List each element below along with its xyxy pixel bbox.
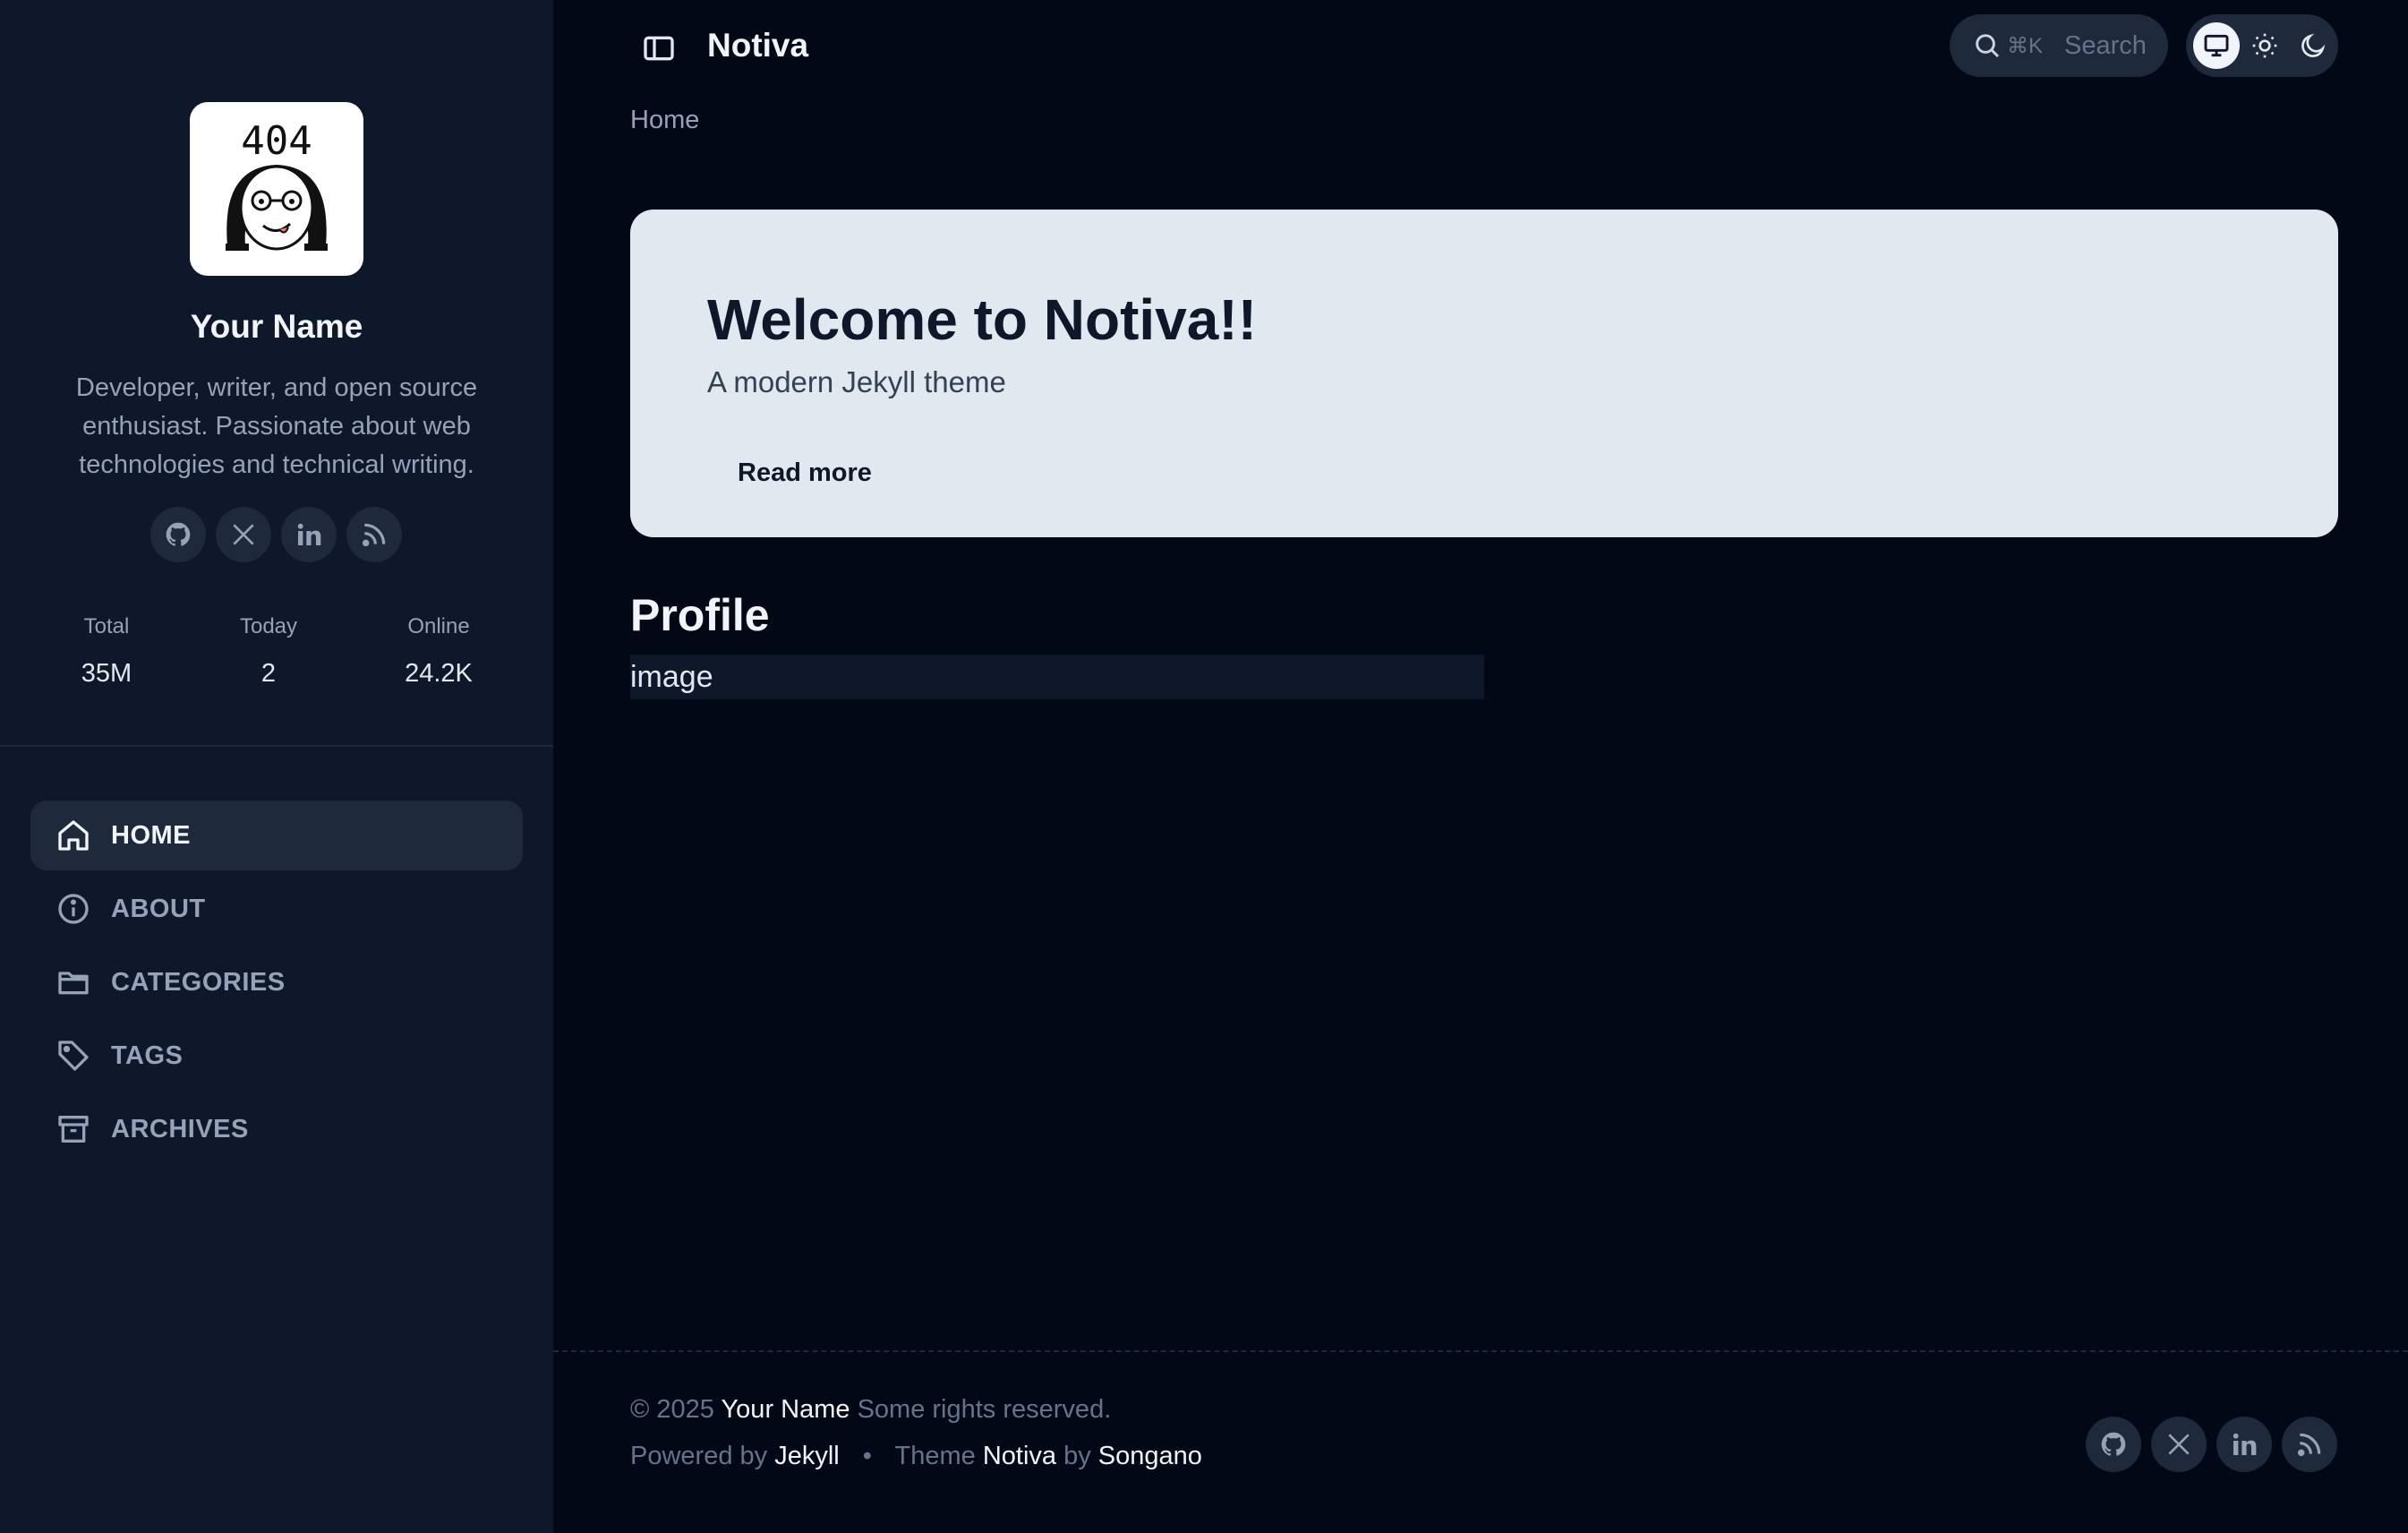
breadcrumb[interactable]: Home: [630, 106, 699, 135]
stat-today: Today 2: [188, 614, 349, 689]
hero-title: Welcome to Notiva!!: [707, 287, 1257, 352]
rss-link[interactable]: [346, 507, 402, 562]
theme-switcher: [2186, 14, 2338, 77]
sidebar: 404 Your Name Developer, writer, and ope…: [0, 0, 553, 1533]
theme-link[interactable]: Notiva: [983, 1442, 1056, 1470]
x-icon: [2168, 1434, 2190, 1455]
stat-value: 2: [260, 659, 277, 688]
jekyll-link[interactable]: Jekyll: [774, 1442, 840, 1470]
x-link[interactable]: [2151, 1417, 2207, 1472]
sidebar-toggle-button[interactable]: [641, 30, 677, 66]
owner-link[interactable]: Your Name: [722, 1395, 850, 1424]
section-title: Profile: [630, 590, 770, 640]
nav-item-archives[interactable]: ARCHIVES: [30, 1094, 523, 1164]
image-alt-text: image: [630, 660, 713, 694]
nav-item-label: CATEGORIES: [111, 967, 286, 997]
rss-link[interactable]: [2282, 1417, 2337, 1472]
moon-icon: [2301, 33, 2326, 57]
copyright-year: © 2025: [630, 1395, 714, 1424]
sidebar-nav: HOME ABOUT CATEGORIES TAGS ARCHIVES: [30, 801, 523, 1168]
stat-online: Online 24.2K: [358, 614, 519, 689]
home-icon: [58, 820, 89, 851]
by-text: by: [1063, 1442, 1091, 1470]
search-icon: [1976, 34, 2000, 58]
github-link[interactable]: [2086, 1417, 2141, 1472]
powered-by-text: Powered by: [630, 1442, 768, 1470]
theme-system-button[interactable]: [2193, 22, 2240, 69]
stat-value: 24.2K: [405, 659, 473, 688]
nav-item-categories[interactable]: CATEGORIES: [30, 947, 523, 1017]
profile-image: image: [630, 655, 1484, 699]
info-icon: [58, 894, 89, 924]
monitor-icon: [2204, 34, 2229, 57]
github-icon: [2101, 1432, 2126, 1456]
theme-label: Theme: [894, 1442, 976, 1470]
x-icon: [233, 524, 254, 545]
linkedin-link[interactable]: [2216, 1417, 2272, 1472]
nav-item-about[interactable]: ABOUT: [30, 874, 523, 944]
footer-copyright: © 2025 Your Name Some rights reserved.: [630, 1395, 1111, 1425]
linkedin-icon: [297, 523, 321, 545]
stat-value: 35M: [81, 659, 132, 688]
avatar[interactable]: 404: [190, 102, 363, 276]
visitor-stats: Total 35M Today 2 Online 24.2K: [0, 614, 553, 704]
github-icon: [166, 522, 191, 546]
rss-icon: [2297, 1433, 2321, 1457]
theme-dark-button[interactable]: [2290, 22, 2336, 69]
theme-light-button[interactable]: [2241, 22, 2288, 69]
hero-subtitle: A modern Jekyll theme: [707, 365, 1006, 398]
nav-item-label: HOME: [111, 820, 191, 850]
hero-card: Welcome to Notiva!! A modern Jekyll them…: [630, 210, 2338, 537]
stat-label: Total: [83, 614, 130, 638]
stat-total: Total 35M: [26, 614, 187, 689]
nav-item-label: TAGS: [111, 1041, 184, 1070]
folder-icon: [58, 972, 89, 995]
read-more-button[interactable]: Read more: [738, 458, 872, 488]
site-title[interactable]: Notiva: [707, 27, 808, 64]
x-link[interactable]: [216, 507, 271, 562]
linkedin-link[interactable]: [281, 507, 337, 562]
sidebar-divider: [0, 745, 553, 747]
nav-item-label: ARCHIVES: [111, 1114, 249, 1143]
archive-icon: [58, 1116, 89, 1143]
nav-item-label: ABOUT: [111, 894, 206, 923]
footer-divider: [553, 1350, 2408, 1352]
nav-item-tags[interactable]: TAGS: [30, 1021, 523, 1091]
footer-social-links: [2086, 1417, 2337, 1472]
rights-text: Some rights reserved.: [857, 1395, 1112, 1424]
stat-label: Today: [239, 614, 298, 638]
stat-label: Online: [407, 614, 470, 638]
profile-name: Your Name: [190, 308, 363, 345]
avatar-text: 404: [241, 118, 312, 164]
sun-icon: [2252, 33, 2277, 58]
search-placeholder: Search: [2064, 30, 2147, 60]
rss-icon: [362, 523, 386, 547]
search-button[interactable]: ⌘K Search: [1950, 14, 2168, 77]
sidebar-social-links: [150, 507, 402, 562]
linkedin-icon: [2233, 1433, 2257, 1455]
nav-item-home[interactable]: HOME: [30, 801, 523, 870]
footer-credits: Powered by Jekyll • Theme Notiva by Song…: [630, 1442, 1202, 1471]
author-link[interactable]: Songano: [1098, 1442, 1202, 1470]
avatar-illustration: 404: [226, 118, 328, 251]
footer-separator: •: [862, 1442, 872, 1470]
sidebar-toggle-icon: [644, 36, 674, 61]
search-shortcut: ⌘K: [2007, 33, 2044, 58]
tag-icon: [58, 1041, 89, 1071]
github-link[interactable]: [150, 507, 206, 562]
profile-bio: Developer, writer, and open source enthu…: [75, 373, 478, 479]
